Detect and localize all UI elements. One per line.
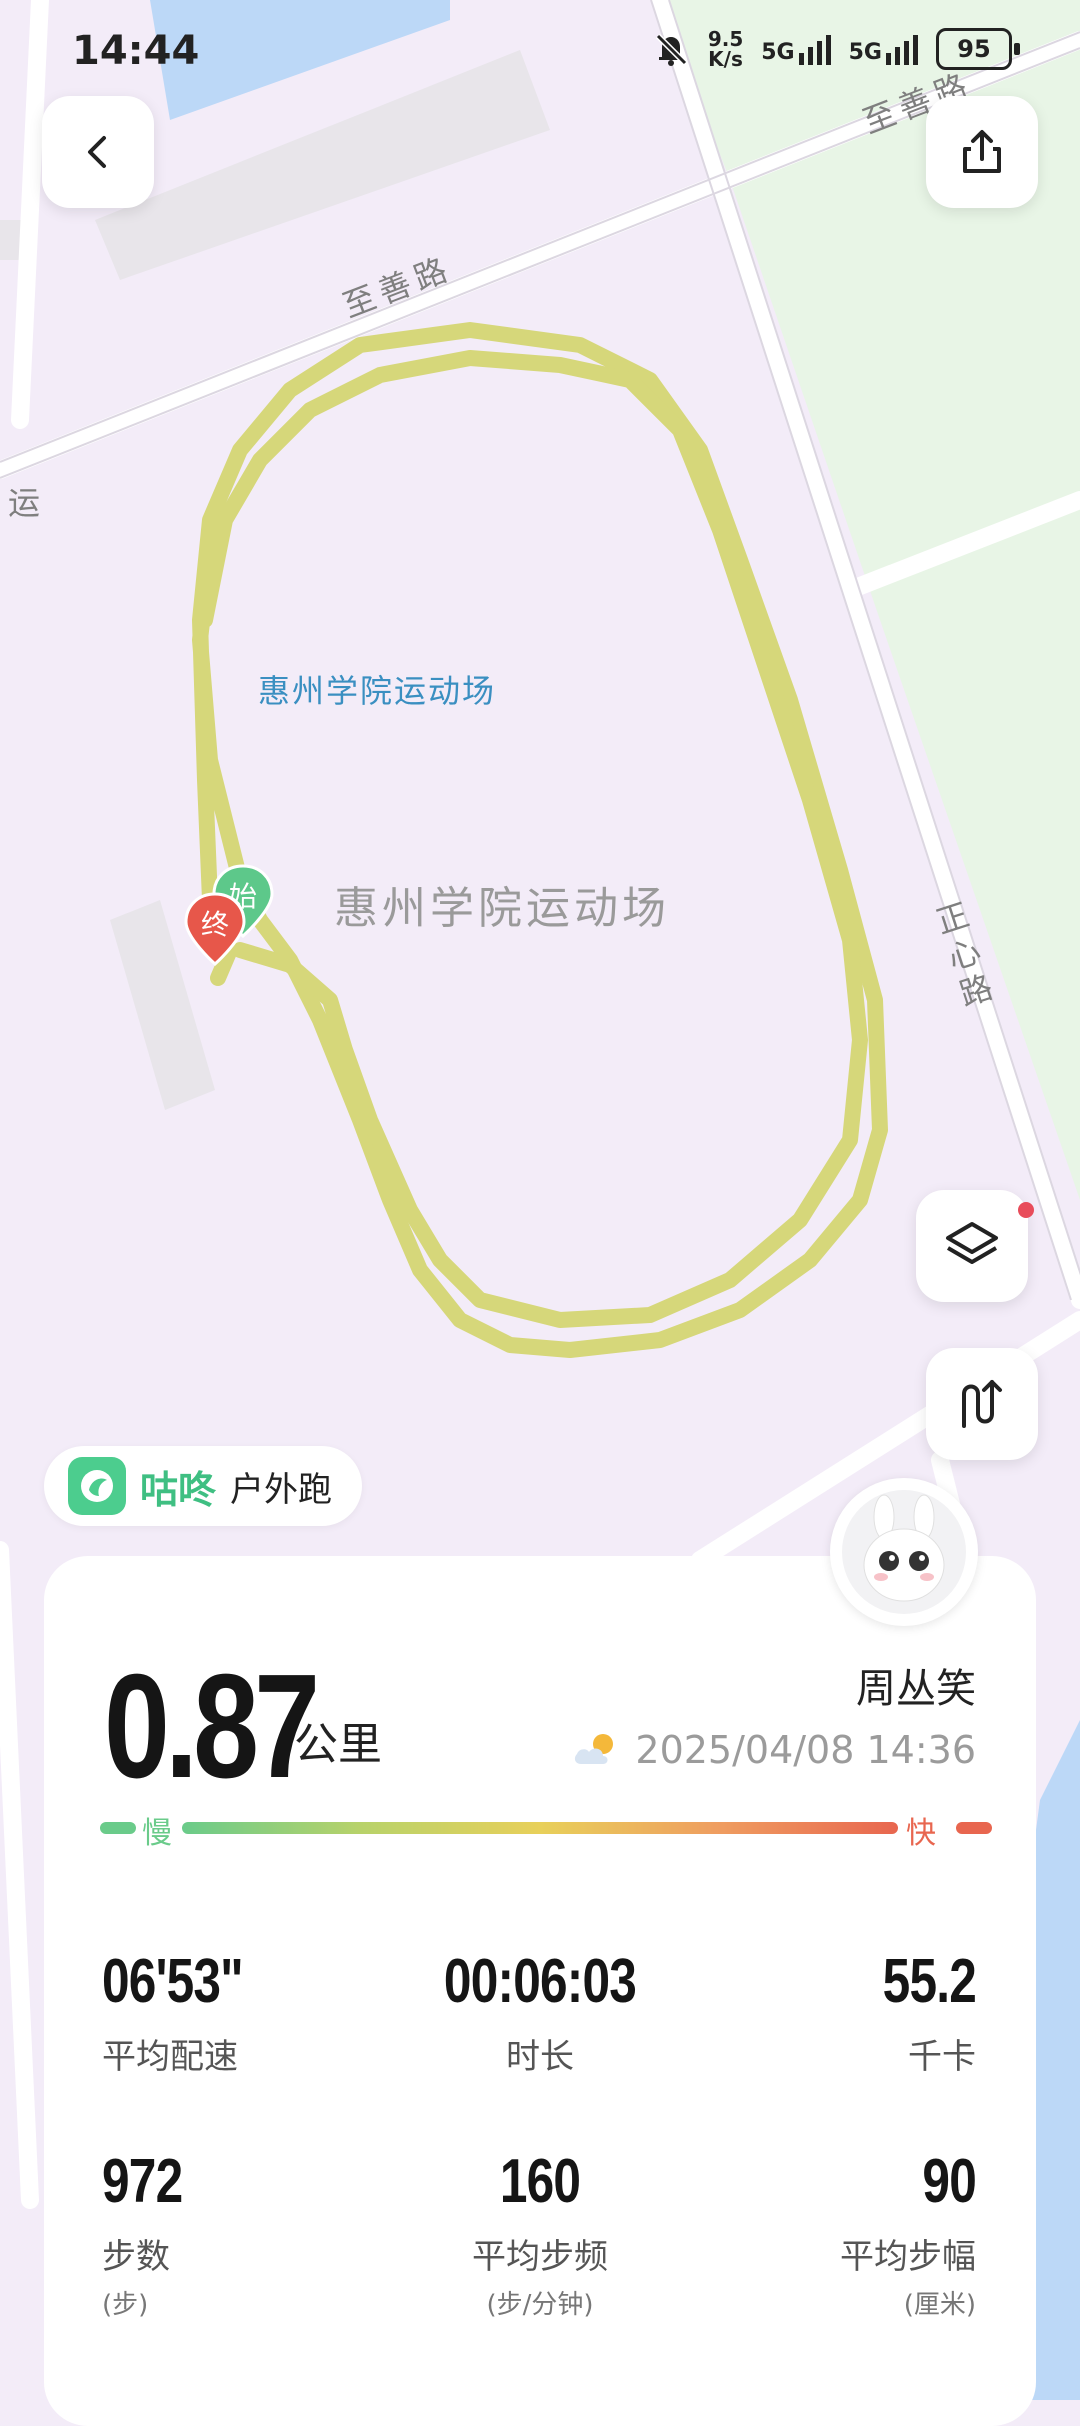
pace-gradient-bar: 慢 快 bbox=[100, 1808, 992, 1851]
signal-bars-icon bbox=[798, 33, 831, 65]
partly-cloudy-icon bbox=[575, 1734, 614, 1764]
end-marker-label: 终 bbox=[201, 908, 229, 941]
stat-cadence: 160 平均步频 (步/分钟) bbox=[472, 2147, 608, 2320]
status-time: 14:44 bbox=[72, 28, 200, 74]
pace-fast-label: 快 bbox=[906, 1816, 936, 1851]
bunny-avatar-icon bbox=[842, 1490, 966, 1614]
share-button[interactable] bbox=[926, 96, 1038, 208]
road-label: 运 bbox=[8, 484, 41, 522]
codoon-logo-icon bbox=[68, 1457, 126, 1515]
signal-2: 5G bbox=[849, 33, 918, 65]
area-label: 惠州学院运动场 bbox=[334, 883, 670, 934]
activity-type: 户外跑 bbox=[230, 1469, 333, 1510]
route-toggle-button[interactable] bbox=[926, 1348, 1038, 1460]
map-layers-button[interactable] bbox=[916, 1190, 1028, 1302]
back-button[interactable] bbox=[42, 96, 154, 208]
user-name[interactable]: 周丛笑 bbox=[856, 1656, 976, 1714]
poi-label[interactable]: 惠州学院运动场 bbox=[258, 666, 496, 712]
brand-name: 咕咚 bbox=[140, 1467, 217, 1512]
stat-calories: 55.2 千卡 bbox=[882, 1947, 977, 2077]
app-brand-chip: 咕咚 户外跑 bbox=[44, 1446, 363, 1526]
stat-duration: 00:06:03 时长 bbox=[443, 1947, 637, 2077]
share-icon bbox=[963, 130, 1001, 173]
mute-bell-icon bbox=[655, 33, 687, 66]
avatar[interactable] bbox=[830, 1478, 978, 1626]
run-datetime: 2025/04/08 14:36 bbox=[571, 1728, 976, 1772]
layers-icon bbox=[946, 1222, 998, 1264]
stat-stride: 90 平均步幅 (厘米) bbox=[840, 2147, 977, 2320]
signal-1: 5G bbox=[761, 33, 831, 65]
notification-dot bbox=[1018, 1202, 1034, 1218]
status-bar: 14:44 9.5 K/s 5G 5G 95 bbox=[0, 0, 1080, 100]
route-curve-icon bbox=[962, 1380, 1002, 1428]
end-marker: 终 bbox=[184, 892, 246, 966]
stat-steps: 972 步数 (步) bbox=[102, 2147, 183, 2320]
summary-card: 0.87 公里 周丛笑 2025/04/08 14:36 慢 快 06'53" … bbox=[44, 1556, 1036, 2426]
signal-bars-icon bbox=[886, 33, 918, 65]
stat-avg-pace: 06'53" 平均配速 bbox=[102, 1947, 244, 2077]
net-speed: 9.5 K/s bbox=[707, 27, 744, 71]
battery-icon: 95 bbox=[936, 28, 1020, 70]
distance-value: 0.87 bbox=[104, 1644, 320, 1809]
back-arrow-icon bbox=[88, 136, 106, 168]
distance-unit: 公里 bbox=[294, 1719, 382, 1770]
pace-slow-label: 慢 bbox=[142, 1816, 172, 1851]
